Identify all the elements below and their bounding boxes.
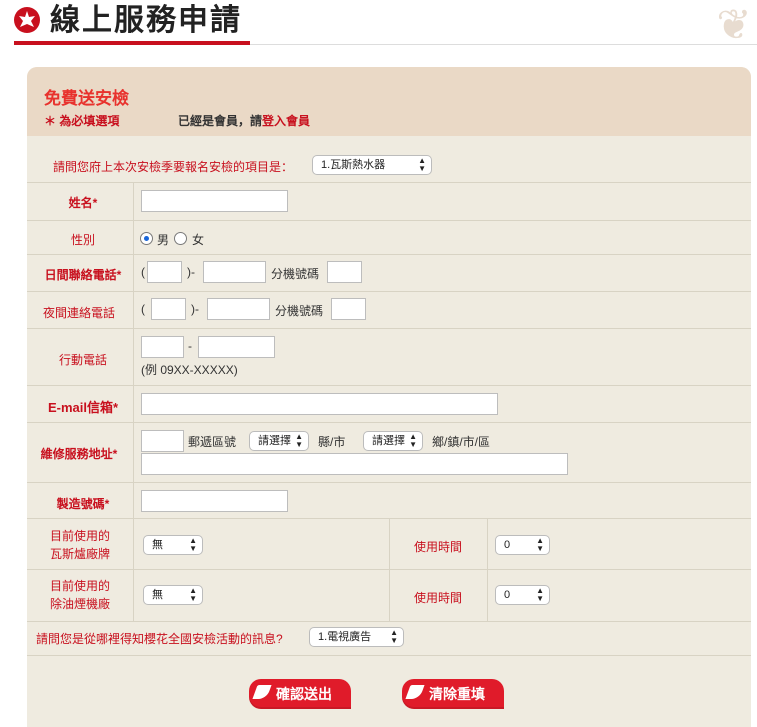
gas-time-select[interactable]: 0 ▲ ▼ xyxy=(495,535,550,555)
submit-button[interactable]: 確認送出 xyxy=(249,679,351,709)
row-divider xyxy=(27,385,751,386)
item-select[interactable]: 1.瓦斯熱水器 ▲ ▼ xyxy=(312,155,432,175)
email-input[interactable] xyxy=(141,393,498,415)
select-arrows-icon: ▲ ▼ xyxy=(189,536,197,553)
gender-female-radio[interactable] xyxy=(174,232,187,245)
submit-button-label: 確認送出 xyxy=(276,686,332,702)
item-select-value: 1.瓦斯熱水器 xyxy=(321,159,386,171)
name-label: 姓名* xyxy=(68,196,98,210)
town-select[interactable]: 請選擇 ▲ ▼ xyxy=(363,431,423,451)
town-select-value: 請選擇 xyxy=(372,435,405,447)
hood-time-select[interactable]: 0 ▲ ▼ xyxy=(495,585,550,605)
day-area-code-input[interactable] xyxy=(147,261,182,283)
title-underline xyxy=(14,41,250,45)
night-ext-input[interactable] xyxy=(331,298,366,320)
day-ext-input[interactable] xyxy=(327,261,362,283)
member-prompt-text: 已經是會員，請 xyxy=(178,114,263,128)
gas-brand-select[interactable]: 無 ▲ ▼ xyxy=(143,535,203,555)
gas-time-value: 0 xyxy=(504,539,511,551)
select-arrows-icon: ▲ ▼ xyxy=(536,536,544,553)
ext-label: 分機號碼 xyxy=(271,267,320,281)
hood-brand-value: 無 xyxy=(152,589,163,601)
row-divider xyxy=(27,254,751,255)
header-divider xyxy=(250,44,757,45)
hood-brand-label: 目前使用的 除油煙機廠 xyxy=(49,579,110,611)
required-note: ＊ 為必填選項 xyxy=(44,114,120,128)
item-question: 請問您府上本次安檢季要報名安檢的項目是： xyxy=(53,160,294,174)
select-arrows-icon: ▲ ▼ xyxy=(189,586,197,603)
source-question: 請問您是從哪裡得知櫻花全國安檢活動的訊息? xyxy=(36,632,283,646)
mobile-label: 行動電話 xyxy=(58,353,107,367)
zip-input[interactable] xyxy=(141,430,184,452)
form-panel: 免費送安檢 ＊ 為必填選項 已經是會員，請登入會員 請問您府上本次安檢季要報名安… xyxy=(27,67,751,727)
serial-label: 製造號碼* xyxy=(56,497,110,511)
select-arrows-icon: ▲ ▼ xyxy=(418,156,426,173)
reset-button[interactable]: 清除重填 xyxy=(402,679,504,709)
mobile-number-input[interactable] xyxy=(198,336,275,358)
page-title: 線上服務申請 xyxy=(50,4,242,37)
paren-close: )- xyxy=(187,265,195,279)
select-arrows-icon: ▲ ▼ xyxy=(536,586,544,603)
mobile-example: (例 09XX-XXXXX) xyxy=(141,363,238,377)
select-arrows-icon: ▲ ▼ xyxy=(295,432,303,449)
row-divider xyxy=(27,655,751,656)
mobile-dash: - xyxy=(188,339,192,353)
hood-brand-select[interactable]: 無 ▲ ▼ xyxy=(143,585,203,605)
gender-label: 性別 xyxy=(70,233,95,247)
county-select[interactable]: 請選擇 ▲ ▼ xyxy=(249,431,309,451)
gas-brand-value: 無 xyxy=(152,539,163,551)
hood-time-label: 使用時間 xyxy=(413,591,462,605)
sakura-logo-icon xyxy=(14,7,40,33)
select-arrows-icon: ▲ ▼ xyxy=(409,432,417,449)
row-divider xyxy=(27,328,751,329)
row-divider xyxy=(27,182,751,183)
button-fold-icon xyxy=(252,685,272,699)
row-divider xyxy=(27,482,751,483)
night-phone-input[interactable] xyxy=(207,298,270,320)
member-prompt: 已經是會員，請登入會員 xyxy=(178,112,310,129)
hood-time-value: 0 xyxy=(504,589,511,601)
gas-brand-label: 目前使用的 瓦斯爐廠牌 xyxy=(49,529,110,561)
decorative-swirl-icon: ❦ xyxy=(716,1,752,48)
button-fold-icon xyxy=(405,685,425,699)
gender-female-label: 女 xyxy=(192,233,205,247)
day-phone-label: 日間聯絡電話* xyxy=(44,268,122,282)
login-link[interactable]: 登入會員 xyxy=(262,114,310,128)
address-input[interactable] xyxy=(141,453,568,475)
form-title: 免費送安檢 xyxy=(44,89,129,108)
night-phone-label: 夜間連絡電話 xyxy=(42,306,115,320)
gas-time-label: 使用時間 xyxy=(413,540,462,554)
serial-input[interactable] xyxy=(141,490,288,512)
source-select-value: 1.電視廣告 xyxy=(318,631,372,643)
town-suffix: 鄉/鎮/市/區 xyxy=(432,435,491,449)
gender-male-label: 男 xyxy=(157,233,170,247)
ext-label: 分機號碼 xyxy=(275,304,324,318)
mobile-prefix-input[interactable] xyxy=(141,336,184,358)
select-arrows-icon: ▲ ▼ xyxy=(390,628,398,645)
page-header: 線上服務申請 ❦ xyxy=(0,0,757,60)
paren-open: ( xyxy=(141,265,145,279)
row-divider xyxy=(27,621,751,622)
night-area-code-input[interactable] xyxy=(151,298,186,320)
email-label: E-mail信箱* xyxy=(47,400,119,415)
day-phone-input[interactable] xyxy=(203,261,266,283)
gender-male-radio[interactable] xyxy=(140,232,153,245)
reset-button-label: 清除重填 xyxy=(429,686,485,702)
county-select-value: 請選擇 xyxy=(258,435,291,447)
source-select[interactable]: 1.電視廣告 ▲ ▼ xyxy=(309,627,404,647)
name-input[interactable] xyxy=(141,190,288,212)
form-header: 免費送安檢 ＊ 為必填選項 已經是會員，請登入會員 xyxy=(27,67,751,136)
county-suffix: 縣/市 xyxy=(318,435,346,449)
row-divider xyxy=(27,422,751,423)
label-column-divider xyxy=(133,182,134,621)
paren-open: ( xyxy=(141,302,145,316)
row-divider xyxy=(27,220,751,221)
zip-label: 郵遞區號 xyxy=(188,435,237,449)
address-label: 維修服務地址* xyxy=(40,447,118,461)
row-divider xyxy=(27,291,751,292)
paren-close: )- xyxy=(191,302,199,316)
